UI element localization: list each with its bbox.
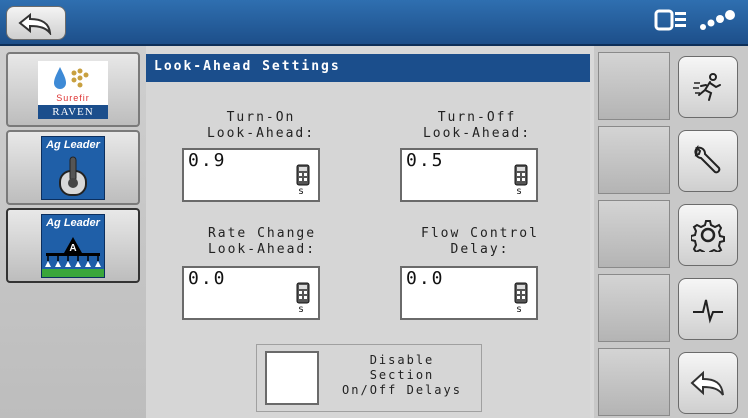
rate-change-field[interactable]: 0.0 s: [182, 266, 320, 320]
diagnostics-button[interactable]: [678, 278, 738, 340]
toggle-switch-icon: [59, 156, 87, 196]
calculator-icon[interactable]: [514, 164, 528, 186]
product-button-raven[interactable]: Surefir RAVEN: [6, 52, 140, 127]
ag-leader-logo: Ag Leader A: [41, 213, 105, 278]
ag-leader-logo: Ag Leader: [41, 135, 105, 200]
turn-on-field[interactable]: 0.9 s: [182, 148, 320, 202]
pulse-icon: [693, 299, 723, 324]
flow-control-field[interactable]: 0.0 s: [400, 266, 538, 320]
page-title: Look-Ahead Settings: [146, 54, 590, 82]
empty-tile: [598, 274, 670, 342]
turn-on-value: 0.9: [188, 150, 227, 171]
right-sidebar: [594, 46, 748, 418]
calculator-icon[interactable]: [296, 164, 310, 186]
gear-icon: [691, 220, 725, 252]
gps-signal-icon[interactable]: [698, 8, 738, 32]
top-bar: [0, 0, 748, 46]
back-button[interactable]: [678, 352, 738, 414]
empty-tile: [598, 348, 670, 416]
surefire-logo-icon: Surefir RAVEN: [38, 60, 108, 119]
product-panel: Surefir RAVEN Ag Leader Ag Leader A: [0, 46, 146, 418]
turn-off-value: 0.5: [406, 150, 445, 171]
flow-control-value: 0.0: [406, 268, 445, 289]
ag-leader-brand: Ag Leader: [46, 216, 100, 229]
look-ahead-settings-panel: Look-Ahead Settings Turn-On Look-Ahead: …: [146, 54, 590, 418]
product-button-ag-leader-boom[interactable]: Ag Leader A: [6, 208, 140, 283]
turn-off-label: Turn-Off Look-Ahead:: [422, 110, 532, 141]
turn-off-field[interactable]: 0.5 s: [400, 148, 538, 202]
empty-tile: [598, 52, 670, 120]
runner-icon: [693, 73, 721, 101]
flow-control-unit: s: [516, 304, 523, 315]
calculator-icon[interactable]: [514, 282, 528, 304]
back-arrow-icon: [18, 12, 52, 35]
display-icon[interactable]: [654, 8, 688, 32]
ag-leader-brand: Ag Leader: [46, 138, 100, 151]
calculator-icon[interactable]: [296, 282, 310, 304]
back-arrow-icon: [690, 370, 724, 396]
run-mode-button[interactable]: [678, 56, 738, 118]
disable-delays-option: Disable Section On/Off Delays: [256, 344, 482, 412]
disable-delays-label: Disable Section On/Off Delays: [342, 353, 462, 397]
turn-off-unit: s: [516, 186, 523, 197]
rate-change-value: 0.0: [188, 268, 227, 289]
empty-tile: [598, 126, 670, 194]
sprayer-boom-icon: A: [42, 236, 104, 277]
turn-on-label: Turn-On Look-Ahead:: [206, 110, 316, 141]
back-button[interactable]: [6, 6, 66, 40]
status-icons: [654, 8, 738, 32]
settings-button[interactable]: [678, 204, 738, 266]
svg-text:A: A: [69, 243, 76, 254]
tools-button[interactable]: [678, 130, 738, 192]
turn-on-unit: s: [298, 186, 305, 197]
empty-tile: [598, 200, 670, 268]
wrench-icon: [694, 144, 721, 174]
raven-text: RAVEN: [38, 104, 108, 119]
flow-control-label: Flow Control Delay:: [421, 226, 539, 257]
rate-change-unit: s: [298, 304, 305, 315]
rate-change-label: Rate Change Look-Ahead:: [207, 226, 317, 257]
product-button-ag-leader-switch[interactable]: Ag Leader: [6, 130, 140, 205]
disable-delays-checkbox[interactable]: [265, 351, 319, 405]
surefire-text: Surefir: [56, 92, 90, 103]
